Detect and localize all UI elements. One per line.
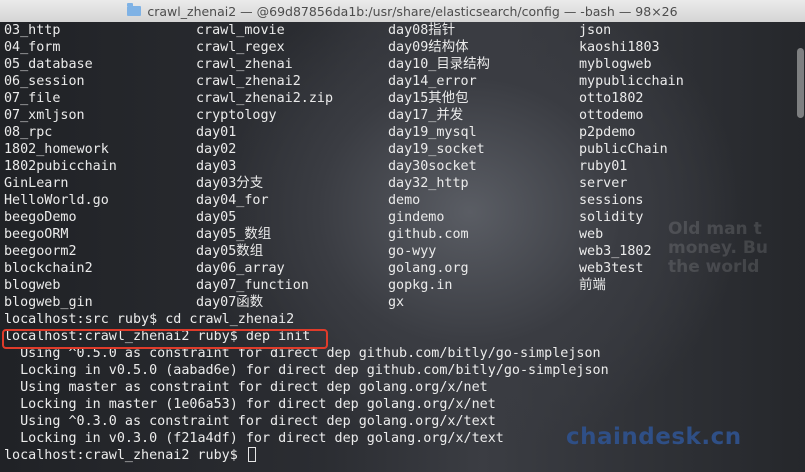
- listing-entry: beegoDemo: [4, 210, 77, 225]
- listing-entry: beegoORM: [4, 227, 69, 242]
- listing-entry: day05数组: [196, 244, 264, 259]
- listing-entry: day08指针: [388, 23, 456, 38]
- listing-entry: web3test: [579, 261, 644, 276]
- listing-entry: day30socket: [388, 159, 477, 174]
- listing-entry: day06_array: [196, 261, 285, 276]
- listing-entry: json: [579, 23, 612, 38]
- text-cursor: [247, 447, 256, 462]
- command-line: localhost:src ruby$ cd crawl_zhenai2: [4, 312, 295, 327]
- listing-entry: p2pdemo: [579, 125, 636, 140]
- watermark-logo: chaindesk.cn: [566, 424, 742, 450]
- terminal-content[interactable]: Old man t money. Bu the world 03_http 04_…: [0, 22, 805, 472]
- listing-column-4: json kaoshi1803 myblogweb mypublicchain otto…: [579, 22, 684, 294]
- listing-entry: web: [579, 227, 604, 242]
- listing-column-1: 03_http 04_form 05_database 06_session 07_fi…: [4, 22, 117, 311]
- listing-entry: github.com: [388, 227, 469, 242]
- listing-entry: sessions: [579, 193, 644, 208]
- listing-entry: HelloWorld.go: [4, 193, 109, 208]
- listing-entry: GinLearn: [4, 176, 69, 191]
- folder-icon: [127, 3, 142, 16]
- listing-column-3: day08指针 day09结构体 day10_目录结构 day14_error day1…: [388, 22, 490, 311]
- listing-entry: day05_数组: [196, 227, 272, 242]
- listing-entry: ruby01: [579, 159, 628, 174]
- shell-prompt: localhost:crawl_zhenai2 ruby$: [4, 448, 246, 463]
- listing-entry: 1802pubicchain: [4, 159, 117, 174]
- window-title: crawl_zhenai2 — @69d87856da1b:/usr/share…: [147, 3, 678, 19]
- command-line: Locking in v0.5.0 (aabad6e) for direct d…: [4, 363, 609, 378]
- listing-entry: go-wyy: [388, 244, 437, 259]
- command-line: Using master as constraint for direct de…: [4, 380, 488, 395]
- listing-entry: day09结构体: [388, 40, 469, 55]
- listing-entry: crawl_zhenai: [196, 57, 293, 72]
- listing-entry: blogweb_gin: [4, 295, 93, 310]
- listing-entry: 07_file: [4, 91, 61, 106]
- command-line: Locking in master (1e06a53) for direct d…: [4, 397, 496, 412]
- listing-entry: day17_并发: [388, 108, 464, 123]
- listing-entry: crawl_zhenai2: [196, 74, 301, 89]
- listing-entry: gopkg.in: [388, 278, 453, 293]
- listing-entry: day32_http: [388, 176, 469, 191]
- listing-entry: demo: [388, 193, 421, 208]
- listing-entry: 05_database: [4, 57, 93, 72]
- listing-entry: day19_mysql: [388, 125, 477, 140]
- listing-entry: crawl_zhenai2.zip: [196, 91, 334, 106]
- listing-entry: crawl_movie: [196, 23, 285, 38]
- listing-entry: 1802_homework: [4, 142, 109, 157]
- listing-entry: cryptology: [196, 108, 277, 123]
- listing-entry: crawl_regex: [196, 40, 285, 55]
- listing-entry: day07函数: [196, 295, 264, 310]
- listing-entry: day15其他包: [388, 91, 469, 106]
- listing-entry: day03: [196, 159, 237, 174]
- listing-entry: day01: [196, 125, 237, 140]
- listing-entry: 03_http: [4, 23, 61, 38]
- listing-entry: otto1802: [579, 91, 644, 106]
- listing-entry: publicChain: [579, 142, 668, 157]
- listing-entry: solidity: [579, 210, 644, 225]
- listing-entry: 08_rpc: [4, 125, 53, 140]
- command-line: Using ^0.3.0 as constraint for direct de…: [4, 414, 496, 429]
- listing-column-2: crawl_movie crawl_regex crawl_zhenai crawl_…: [196, 22, 333, 311]
- listing-entry: day02: [196, 142, 237, 157]
- listing-entry: 06_session: [4, 74, 85, 89]
- listing-entry: beegoorm2: [4, 244, 77, 259]
- listing-entry: myblogweb: [579, 57, 652, 72]
- prompt-line[interactable]: localhost:crawl_zhenai2 ruby$: [4, 447, 609, 464]
- scrollbar[interactable]: [797, 48, 804, 118]
- listing-entry: 07_xmljson: [4, 108, 85, 123]
- listing-entry: day05: [196, 210, 237, 225]
- title-bar[interactable]: crawl_zhenai2 — @69d87856da1b:/usr/share…: [0, 0, 805, 23]
- listing-entry: server: [579, 176, 628, 191]
- listing-entry: blogweb: [4, 278, 61, 293]
- listing-entry: gx: [388, 295, 405, 310]
- listing-entry: day07_function: [196, 278, 309, 293]
- listing-entry: day14_error: [388, 74, 477, 89]
- listing-entry: day19_socket: [388, 142, 485, 157]
- listing-entry: day03分支: [196, 176, 264, 191]
- listing-entry: mypublicchain: [579, 74, 684, 89]
- listing-entry: golang.org: [388, 261, 469, 276]
- listing-entry: gindemo: [388, 210, 445, 225]
- listing-entry: day10_目录结构: [388, 57, 490, 72]
- command-line: Locking in v0.3.0 (f21a4df) for direct d…: [4, 431, 504, 446]
- listing-entry: 前端: [579, 278, 606, 293]
- listing-entry: kaoshi1803: [579, 40, 660, 55]
- dep-init-highlight-box: [2, 329, 328, 349]
- listing-entry: web3_1802: [579, 244, 652, 259]
- listing-entry: blockchain2: [4, 261, 93, 276]
- background-quote: Old man t money. Bu the world: [668, 219, 768, 277]
- listing-entry: day04_for: [196, 193, 269, 208]
- terminal-window: crawl_zhenai2 — @69d87856da1b:/usr/share…: [0, 0, 805, 472]
- listing-entry: 04_form: [4, 40, 61, 55]
- listing-entry: ottodemo: [579, 108, 644, 123]
